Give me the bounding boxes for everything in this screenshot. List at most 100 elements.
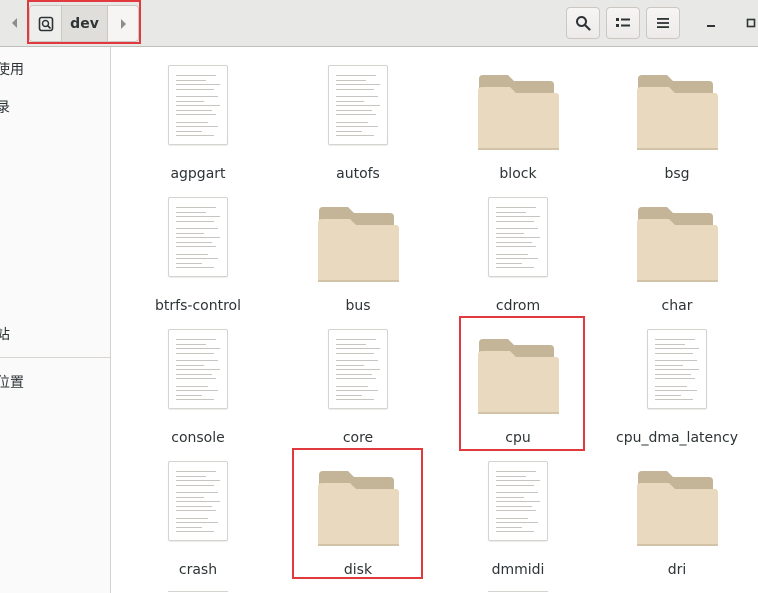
back-button[interactable] [3, 7, 27, 39]
text-line-decoration [336, 114, 376, 115]
text-line-decoration [496, 496, 524, 498]
text-line-decoration [496, 216, 540, 217]
text-line-decoration [655, 378, 695, 379]
file-name-label: cpu [505, 430, 531, 446]
folder-item-bsg[interactable]: bsg [607, 59, 747, 182]
text-line-decoration [176, 394, 202, 396]
text-line-decoration [496, 526, 522, 528]
text-line-decoration [496, 253, 528, 255]
text-line-decoration [176, 480, 220, 481]
text-line-decoration [176, 496, 204, 498]
text-line-decoration [496, 220, 534, 222]
text-line-decoration [176, 114, 216, 115]
text-line-decoration [655, 360, 697, 361]
file-name-label: console [171, 430, 225, 446]
sidebar-item-recent[interactable]: 使用 [0, 59, 24, 79]
text-line-decoration [655, 343, 685, 345]
folder-item-char[interactable]: char [607, 191, 747, 314]
file-item-core[interactable]: core [288, 323, 428, 446]
text-line-decoration [336, 352, 374, 354]
text-line-decoration [176, 352, 214, 354]
text-line-decoration [176, 135, 214, 136]
folder-item-dri[interactable]: dri [607, 455, 747, 578]
path-root-button[interactable] [30, 6, 62, 41]
file-name-label: crash [178, 562, 218, 578]
text-line-decoration [336, 135, 374, 136]
text-file-icon [168, 65, 228, 145]
maximize-button[interactable] [740, 12, 758, 34]
text-line-decoration [336, 126, 378, 127]
text-line-decoration [655, 369, 699, 370]
text-line-decoration [176, 360, 218, 361]
folder-icon [637, 207, 718, 282]
header-bar: dev [0, 0, 758, 47]
text-line-decoration [176, 105, 220, 106]
text-line-decoration [496, 501, 540, 502]
text-line-decoration [496, 471, 536, 472]
file-item-crash[interactable]: crash [128, 455, 268, 578]
list-view-icon [616, 18, 630, 27]
text-line-decoration [176, 526, 202, 528]
text-line-decoration [336, 75, 376, 76]
text-line-decoration [496, 480, 540, 481]
text-line-decoration [336, 348, 380, 349]
text-line-decoration [496, 484, 534, 486]
text-line-decoration [336, 373, 372, 375]
folder-item-disk[interactable]: disk [288, 455, 428, 578]
text-line-decoration [336, 360, 378, 361]
file-name-label: dri [667, 562, 687, 578]
minimize-button[interactable] [700, 12, 722, 34]
sidebar-item-home[interactable]: 录 [0, 97, 10, 117]
path-segment-current[interactable]: dev [62, 6, 108, 41]
text-line-decoration [336, 343, 366, 345]
file-grid: agpgart autofs block bsg btrfs-control bus cdr… [112, 47, 758, 593]
file-item-cpu_dma_latency[interactable]: cpu_dma_latency [607, 323, 747, 446]
text-line-decoration [496, 267, 534, 268]
file-item-btrfs-control[interactable]: btrfs-control [128, 191, 268, 314]
text-line-decoration [176, 246, 216, 247]
menu-button[interactable] [646, 7, 680, 39]
text-line-decoration [176, 378, 216, 379]
sidebar-item-other-locations[interactable]: 位置 [0, 372, 24, 392]
folder-item-bus[interactable]: bus [288, 191, 428, 314]
file-name-label: btrfs-control [155, 298, 241, 314]
text-line-decoration [176, 348, 220, 349]
folder-icon [318, 207, 399, 282]
folder-icon [637, 75, 718, 150]
folder-item-block[interactable]: block [448, 59, 588, 182]
drive-icon [38, 16, 53, 31]
text-line-decoration [176, 121, 208, 123]
text-line-decoration [336, 130, 362, 132]
text-line-decoration [655, 373, 691, 375]
folder-icon [637, 471, 718, 546]
file-name-label: cdrom [495, 298, 541, 314]
text-line-decoration [176, 501, 220, 502]
text-line-decoration [176, 475, 206, 477]
forward-button[interactable] [108, 6, 138, 41]
file-item-agpgart[interactable]: agpgart [128, 59, 268, 182]
text-line-decoration [496, 505, 532, 507]
file-name-label: autofs [336, 166, 380, 182]
search-button[interactable] [566, 7, 600, 39]
text-line-decoration [176, 241, 212, 243]
file-name-label: cpu_dma_latency [616, 430, 738, 446]
text-line-decoration [176, 220, 214, 222]
text-line-decoration [496, 232, 524, 234]
chevron-left-icon [12, 18, 17, 28]
text-line-decoration [496, 262, 522, 264]
sidebar-separator [0, 357, 110, 358]
file-item-autofs[interactable]: autofs [288, 59, 428, 182]
file-name-label: block [499, 166, 537, 182]
text-file-icon [168, 197, 228, 277]
text-line-decoration [176, 211, 206, 213]
text-line-decoration [176, 96, 218, 97]
view-toggle-button[interactable] [606, 7, 640, 39]
text-line-decoration [496, 510, 536, 511]
sidebar-item-trash[interactable]: 站 [0, 324, 10, 344]
folder-item-cpu[interactable]: cpu [448, 323, 588, 446]
file-item-dmmidi[interactable]: dmmidi [448, 455, 588, 578]
file-item-cdrom[interactable]: cdrom [448, 191, 588, 314]
text-line-decoration [176, 253, 208, 255]
text-line-decoration [176, 399, 214, 400]
file-item-console[interactable]: console [128, 323, 268, 446]
